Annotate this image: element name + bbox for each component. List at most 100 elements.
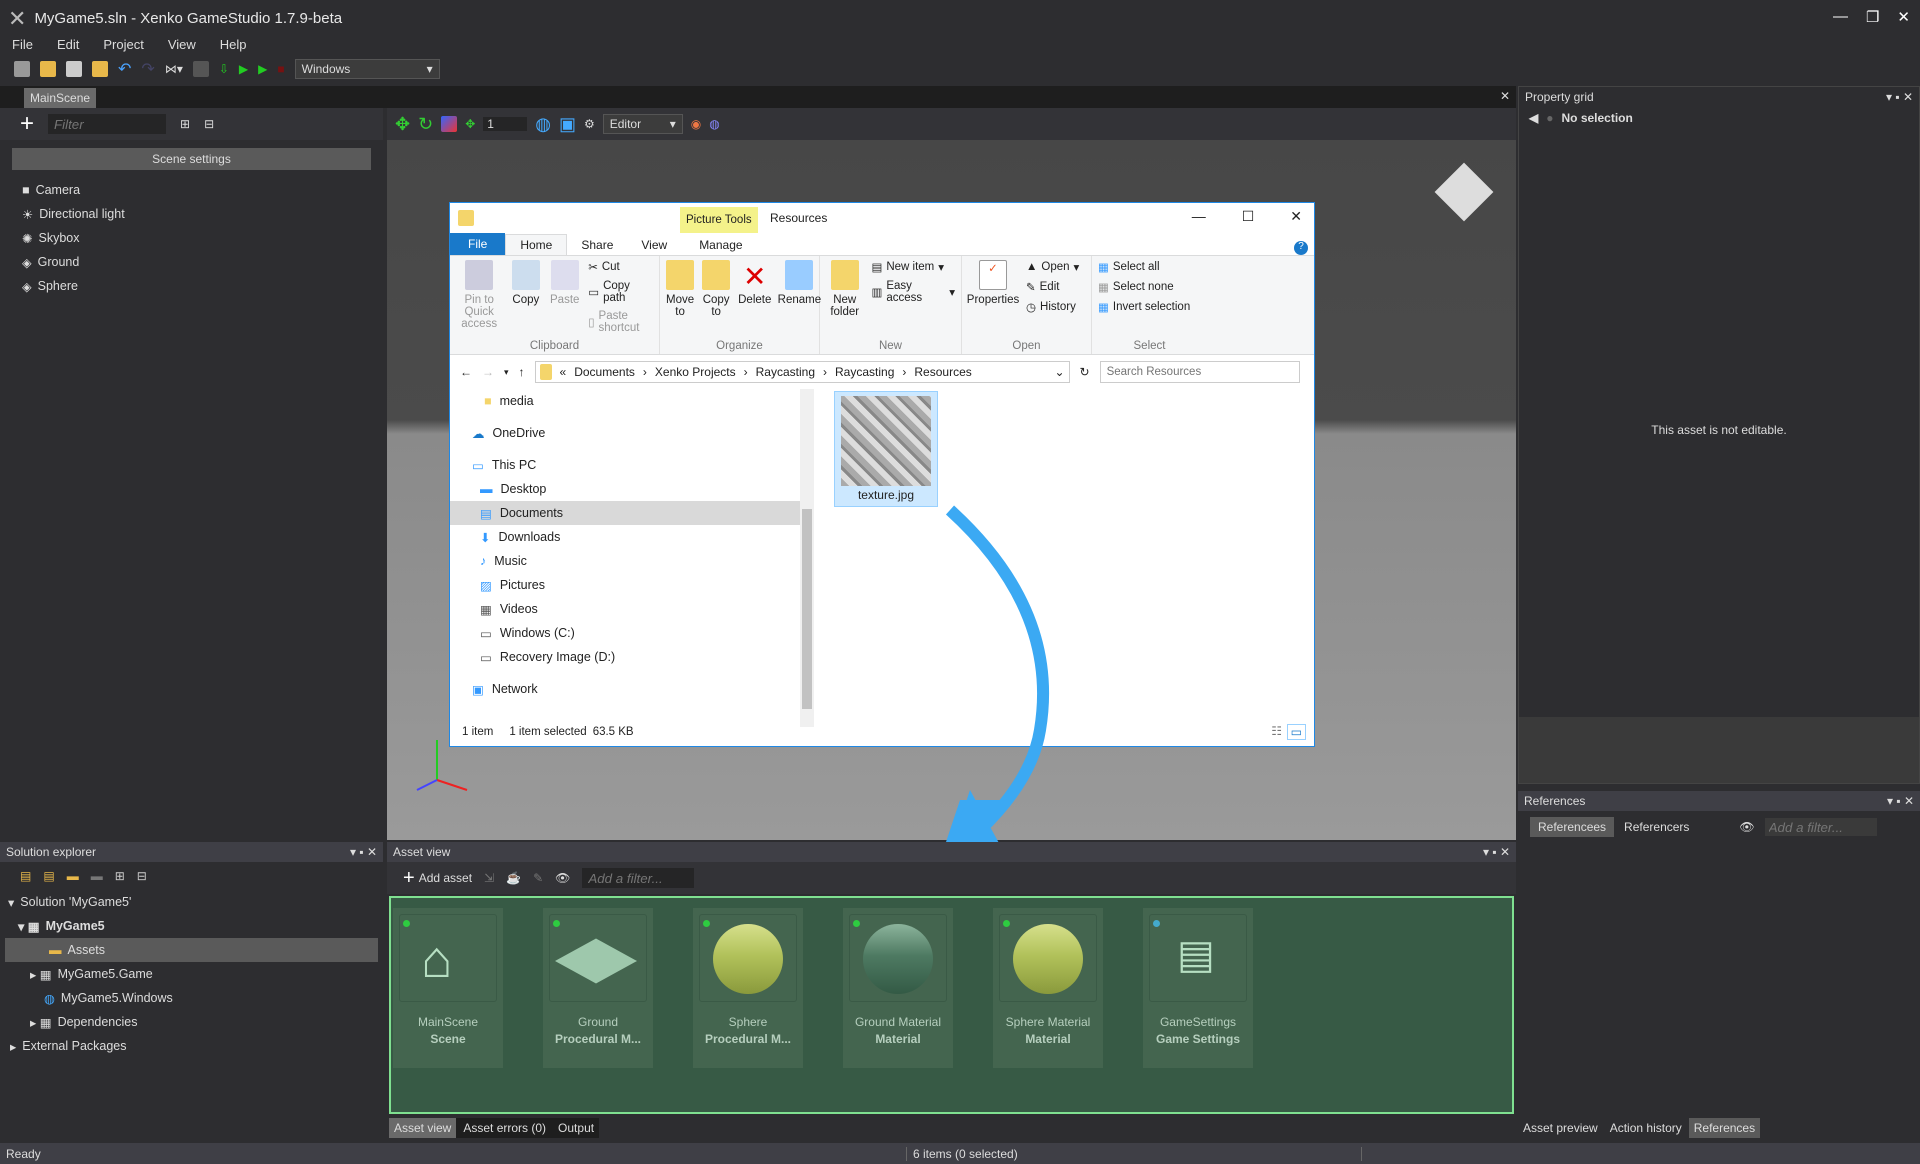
project-windows[interactable]: ◍ MyGame5.Windows (0, 986, 383, 1010)
platform-select[interactable]: Windows ▾ (294, 58, 440, 79)
eye-icon[interactable]: 👁 (555, 871, 570, 885)
asset-tile[interactable]: Sphere Procedural M... (693, 908, 803, 1068)
help-icon[interactable]: ? (1294, 241, 1308, 255)
scene-filter-input[interactable] (48, 114, 167, 134)
nav-videos[interactable]: ▦ Videos (450, 597, 800, 621)
crumb-resources[interactable]: Resources (914, 365, 971, 379)
expand-all-icon[interactable]: ⊞ (180, 117, 190, 131)
asset-tile[interactable]: Ground Procedural M... (543, 908, 653, 1068)
entity-directional-light[interactable]: ☀ Directional light (22, 202, 383, 226)
menu-project[interactable]: Project (103, 37, 143, 55)
external-packages-node[interactable]: ▸ External Packages (0, 1034, 383, 1058)
translate-icon[interactable]: ✥ (395, 114, 410, 135)
crumb-documents[interactable]: Documents (574, 365, 635, 379)
lighting-icon[interactable]: ◉ (691, 117, 701, 131)
open-button[interactable]: ▲ Open ▾ (1026, 260, 1079, 274)
redo-icon[interactable]: ↷ (141, 59, 154, 79)
close-button[interactable]: ✕ (1897, 8, 1910, 26)
add-asset-button[interactable]: + Add asset (403, 867, 472, 890)
history-button[interactable]: ◷ History (1026, 300, 1079, 314)
entity-skybox[interactable]: ✺ Skybox (22, 226, 383, 250)
tab-manage[interactable]: Manage (681, 235, 756, 255)
invert-selection-button[interactable]: ▦ Invert selection (1098, 300, 1190, 314)
asset-tile[interactable]: Sphere Material Material (993, 908, 1103, 1068)
tab-action-history[interactable]: Action history (1605, 1118, 1687, 1138)
easy-access-button[interactable]: ▥ Easy access ▾ (871, 280, 955, 304)
nav-windows-c[interactable]: ▭ Windows (C:) (450, 621, 800, 645)
forward-icon[interactable]: ● (1546, 111, 1553, 125)
chevron-down-icon[interactable]: ⌄ (1054, 365, 1064, 379)
debug-icon[interactable]: ▶ (258, 62, 267, 76)
collapse-all-icon[interactable]: ⊟ (204, 117, 214, 131)
new-folder-button[interactable]: New folder (826, 260, 863, 350)
refresh-icon[interactable]: ↻ (1080, 365, 1090, 379)
scene-settings-button[interactable]: Scene settings (12, 148, 371, 170)
asset-tile[interactable]: Ground Material Material (843, 908, 953, 1068)
up-icon[interactable]: ↑ (519, 365, 525, 379)
menu-help[interactable]: Help (220, 37, 247, 55)
tab-home[interactable]: Home (505, 234, 568, 255)
tab-referencers[interactable]: Referencers (1624, 820, 1689, 834)
tab-asset-preview[interactable]: Asset preview (1518, 1118, 1603, 1138)
save-icon[interactable] (66, 60, 82, 77)
move-to-button[interactable]: Move to (666, 260, 694, 350)
menu-file[interactable]: File (12, 37, 33, 55)
back-icon[interactable]: ◀ (1529, 111, 1538, 125)
project-mygame5[interactable]: ▾ ▦ MyGame5 (0, 914, 383, 938)
nav-music[interactable]: ♪ Music (450, 549, 800, 573)
asset-tile[interactable]: ⌂ MainScene Scene (393, 908, 503, 1068)
tab-view[interactable]: View (627, 235, 681, 255)
nav-network[interactable]: ▣ Network (450, 677, 800, 701)
edit-button[interactable]: ✎ Edit (1026, 280, 1079, 294)
snap-icon[interactable]: ✥ (465, 117, 475, 131)
nav-recovery-d[interactable]: ▭ Recovery Image (D:) (450, 645, 800, 669)
nav-scrollbar[interactable] (800, 389, 814, 727)
entity-camera[interactable]: ■ Camera (22, 178, 383, 202)
copy-path-button[interactable]: ▭ Copy path (588, 280, 653, 304)
close-tab-icon[interactable]: ✕ (1500, 89, 1510, 103)
tab-asset-errors[interactable]: Asset errors (0) (458, 1118, 551, 1138)
references-filter-input[interactable] (1764, 818, 1877, 836)
tab-asset-view[interactable]: Asset view (389, 1118, 457, 1138)
tab-mainscene[interactable]: MainScene (24, 88, 97, 108)
nav-this-pc[interactable]: ▭ This PC (450, 453, 800, 477)
nav-pictures[interactable]: ▨ Pictures (450, 573, 800, 597)
tab-output[interactable]: Output (553, 1118, 599, 1138)
cut-button[interactable]: ✂ Cut (588, 260, 653, 274)
view-cube[interactable] (1434, 162, 1494, 222)
asset-tile[interactable]: ▤ GameSettings Game Settings (1143, 908, 1253, 1068)
project-game[interactable]: ▸ ▦ MyGame5.Game (0, 962, 383, 986)
grid-icon[interactable]: ◍ (709, 117, 719, 131)
recent-icon[interactable]: ▾ (504, 367, 509, 378)
minimize-button[interactable]: — (1833, 8, 1848, 26)
tab-share[interactable]: Share (567, 235, 627, 255)
local-space-icon[interactable]: ▣ (559, 114, 576, 135)
dependencies-node[interactable]: ▸ ▦ Dependencies (0, 1010, 383, 1034)
edit-icon[interactable]: ✎ (533, 871, 543, 885)
details-view-icon[interactable]: ☷ (1271, 724, 1282, 738)
world-space-icon[interactable]: ◍ (535, 114, 551, 135)
eye-icon[interactable]: 👁 (1739, 820, 1754, 834)
large-icons-view-icon[interactable]: ▭ (1286, 724, 1306, 740)
minimize-button[interactable]: — (1192, 208, 1206, 225)
nav-documents[interactable]: ▤ Documents (450, 501, 800, 525)
back-icon[interactable]: ← (460, 365, 472, 379)
crumb-xenko-projects[interactable]: Xenko Projects (655, 365, 736, 379)
asset-filter-input[interactable] (582, 868, 695, 888)
pin-button[interactable]: Pin to Quick access (456, 260, 502, 350)
add-entity-icon[interactable]: + (20, 110, 34, 138)
paste-shortcut-button[interactable]: ▯ Paste shortcut (588, 310, 653, 334)
file-item-texture[interactable]: texture.jpg (834, 391, 938, 507)
menu-edit[interactable]: Edit (57, 37, 79, 55)
scale-icon[interactable] (441, 116, 458, 132)
build-icon[interactable] (192, 60, 209, 77)
editor-mode-select[interactable]: Editor ▾ (602, 114, 683, 134)
visual-studio-icon[interactable]: ⋈▾ (165, 62, 183, 76)
teapot-icon[interactable]: ☕ (506, 871, 521, 885)
collapse-icon[interactable]: ⊟ (137, 869, 147, 883)
crumb-raycasting[interactable]: Raycasting (756, 365, 815, 379)
tab-file[interactable]: File (450, 233, 506, 255)
play-icon[interactable]: ▶ (239, 62, 248, 76)
open-folder-icon[interactable] (92, 60, 108, 77)
tab-references[interactable]: References (1688, 1118, 1761, 1138)
